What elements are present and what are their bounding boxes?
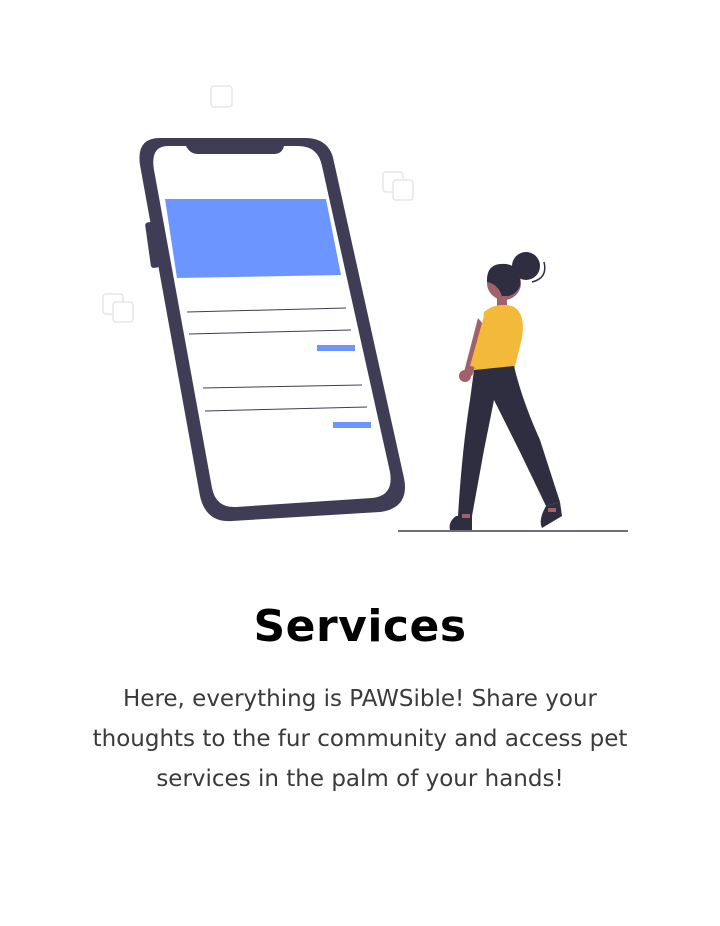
stacked-squares-icon (382, 171, 414, 201)
floating-square-icon (210, 85, 233, 108)
phone-screen-banner (165, 199, 341, 278)
phone-mockup (139, 138, 405, 522)
page-title: Services (253, 601, 467, 652)
stacked-squares-icon-left (102, 293, 134, 323)
phone-with-woman-illustration (102, 85, 628, 532)
page-description: Here, everything is PAWSible! Share your… (92, 686, 628, 792)
woman-figure (449, 252, 562, 530)
